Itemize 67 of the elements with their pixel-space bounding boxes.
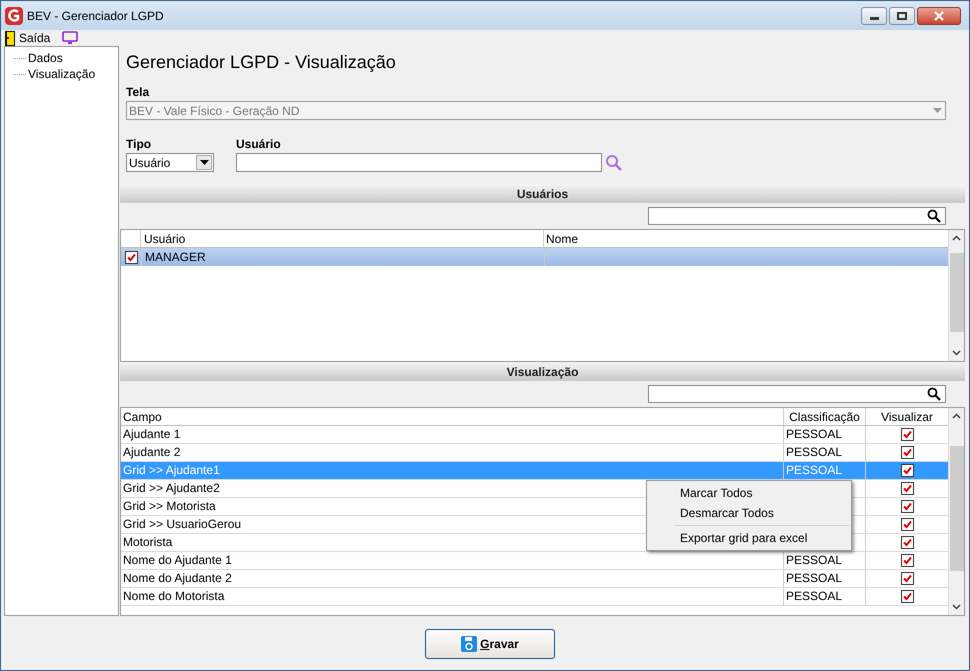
- table-cell: PESSOAL: [786, 553, 842, 567]
- maximize-button[interactable]: [889, 6, 915, 24]
- page-heading: Gerenciador LGPD - Visualização: [126, 51, 397, 73]
- table-cell: PESSOAL: [786, 427, 842, 441]
- table-cell: PESSOAL: [786, 463, 842, 477]
- close-icon: [934, 10, 944, 20]
- field-label: Usuário: [236, 136, 282, 153]
- field-label: Tipo: [126, 136, 152, 153]
- search-icon: [927, 387, 941, 401]
- table-cell: MANAGER: [141, 248, 544, 266]
- table-cell: Nome do Ajudante 1: [121, 552, 784, 569]
- checkbox[interactable]: [900, 572, 914, 585]
- tree-item[interactable]: Visualização: [26, 65, 96, 83]
- table-row[interactable]: Ajudante 2 PESSOAL: [121, 444, 948, 462]
- minimize-button[interactable]: [861, 6, 887, 24]
- checkbox[interactable]: [900, 536, 914, 549]
- checkbox[interactable]: [124, 250, 138, 264]
- app-logo-icon: [5, 6, 23, 24]
- section-header: Visualização: [120, 362, 965, 381]
- save-button[interactable]: Gravar: [425, 629, 555, 659]
- column-header[interactable]: Classificação: [784, 408, 866, 425]
- column-header[interactable]: Nome: [544, 230, 948, 247]
- column-header[interactable]: Visualizar: [866, 408, 948, 425]
- dropdown-arrow-icon: [200, 160, 208, 165]
- table-cell: Grid >> Ajudante1: [121, 462, 784, 479]
- table-row[interactable]: Ajudante 1 PESSOAL: [121, 426, 948, 444]
- checkbox[interactable]: [900, 554, 914, 567]
- table-cell: Ajudante 2: [121, 444, 784, 461]
- checkbox[interactable]: [900, 518, 914, 531]
- column-header[interactable]: Campo: [121, 408, 784, 425]
- search-icon[interactable]: [605, 154, 623, 172]
- table-row[interactable]: Nome do Ajudante 2 PESSOAL: [121, 570, 948, 588]
- checkbox[interactable]: [900, 590, 914, 603]
- table-row[interactable]: Nome do Motorista PESSOAL: [121, 588, 948, 606]
- tree-item[interactable]: Dados: [26, 49, 63, 67]
- dropdown-arrow-icon: [933, 108, 942, 114]
- type-dropdown[interactable]: Usuário: [126, 153, 214, 172]
- checkbox[interactable]: [900, 500, 914, 513]
- table-cell: Ajudante 1: [121, 426, 784, 443]
- close-button[interactable]: [917, 6, 961, 24]
- scroll-down-icon[interactable]: [952, 348, 961, 357]
- scroll-down-icon[interactable]: [952, 602, 961, 611]
- monitor-icon[interactable]: [62, 31, 78, 45]
- table-cell: PESSOAL: [786, 445, 842, 459]
- table-row[interactable]: Nome do Ajudante 1 PESSOAL: [121, 552, 948, 570]
- scrollbar[interactable]: [948, 230, 964, 361]
- table-row[interactable]: MANAGER: [121, 248, 948, 266]
- checkbox[interactable]: [900, 428, 914, 441]
- search-icon: [927, 209, 941, 223]
- door-icon: [5, 30, 15, 46]
- section-header: Usuários: [120, 184, 965, 203]
- table-cell: Nome do Motorista: [121, 588, 784, 605]
- scroll-up-icon[interactable]: [952, 412, 961, 421]
- scroll-up-icon[interactable]: [952, 234, 961, 243]
- table-cell: PESSOAL: [786, 571, 842, 585]
- window-title: BEV - Gerenciador LGPD: [27, 8, 164, 24]
- scrollbar[interactable]: [948, 408, 964, 615]
- search-field[interactable]: [648, 207, 946, 225]
- checkbox[interactable]: [900, 482, 914, 495]
- field-label: Tela: [126, 84, 150, 101]
- checkbox[interactable]: [900, 446, 914, 459]
- checkbox[interactable]: [900, 464, 914, 477]
- user-input-field[interactable]: [236, 153, 602, 172]
- table-cell: PESSOAL: [786, 589, 842, 603]
- search-field[interactable]: [648, 385, 946, 403]
- table-cell: Nome do Ajudante 2: [121, 570, 784, 587]
- column-header[interactable]: Usuário: [141, 230, 544, 247]
